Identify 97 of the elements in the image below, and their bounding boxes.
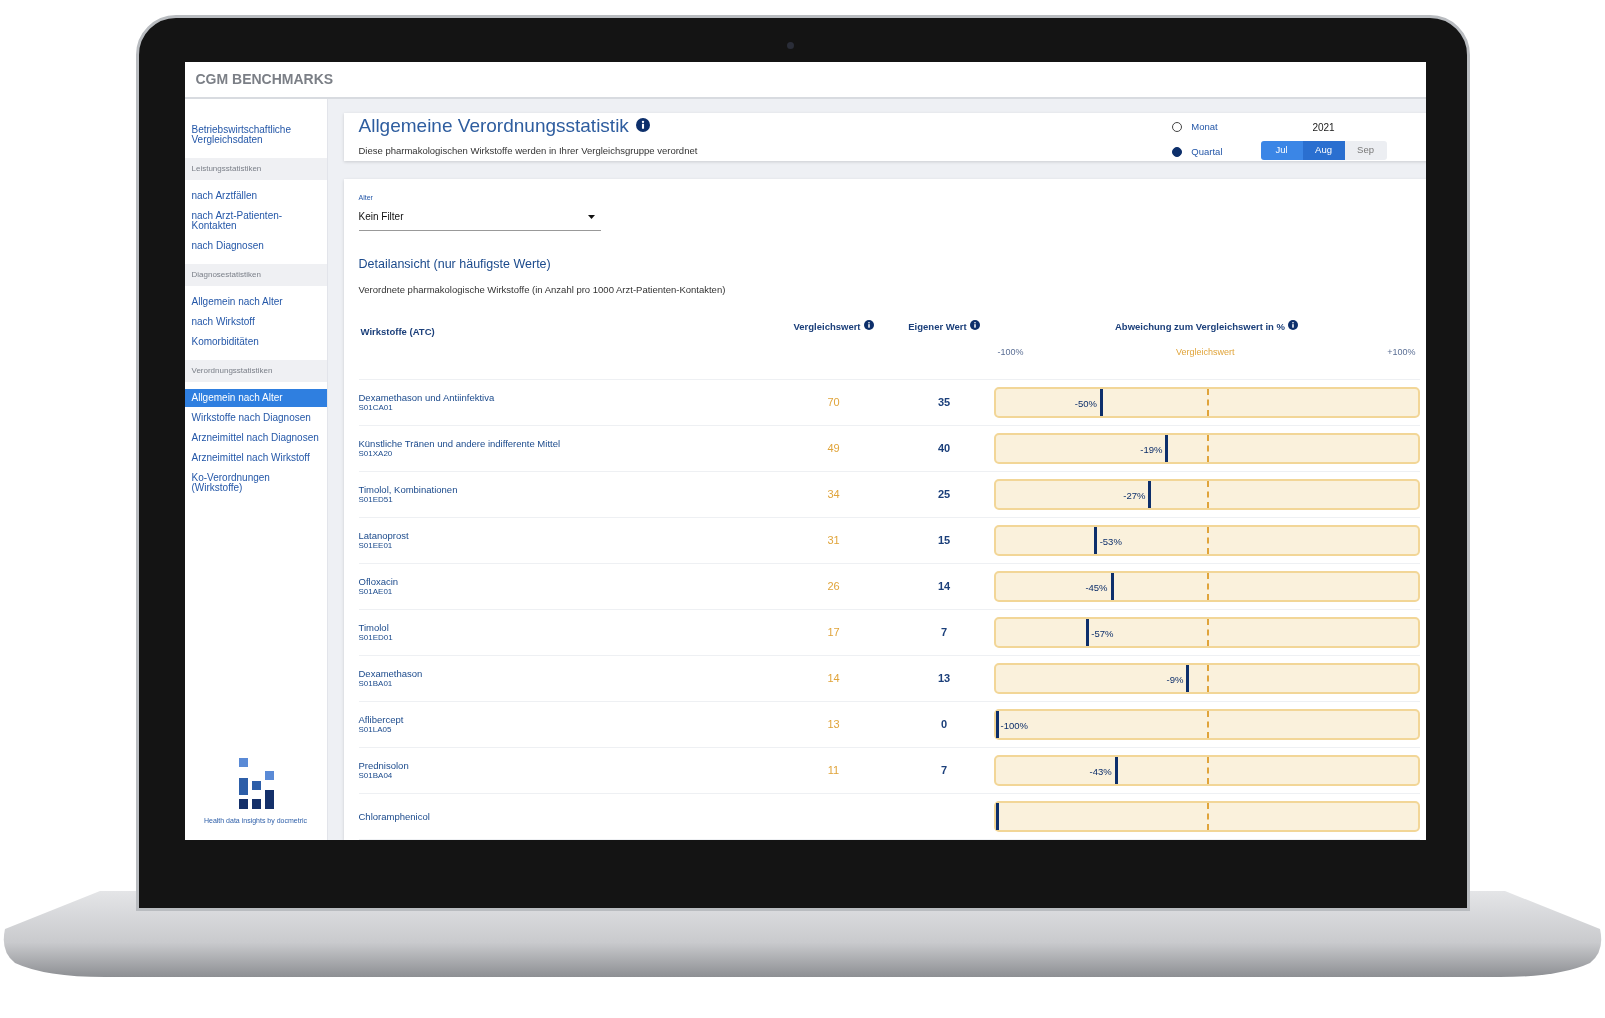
month-toggle[interactable]: Jul: [1260, 140, 1303, 160]
info-icon[interactable]: [635, 118, 650, 133]
period-radio[interactable]: Quartal: [1172, 145, 1223, 160]
camera-icon: [786, 42, 794, 49]
drug-name: Künstliche Tränen und andere indifferente Mittel: [358, 439, 562, 449]
own-value: 0: [940, 717, 948, 733]
deviation-value: -53%: [1099, 535, 1122, 549]
atc-code: S01XA20: [358, 449, 394, 458]
sidebar-item[interactable]: Betriebswirtschaftliche Vergleichsdaten: [184, 121, 327, 149]
page-subtitle: Diese pharmakologischen Wirkstoffe werden in Ihrer Vergleichsgruppe verordnet: [358, 143, 698, 158]
sidebar-section-header: Leistungsstatistiken: [184, 158, 327, 180]
reference-line: [1206, 803, 1209, 830]
section-title: Detailansicht (nur häufigste Werte): [358, 256, 552, 273]
reference-line: [1206, 573, 1209, 600]
drug-name: Dexamethason: [358, 669, 424, 679]
section-subtitle: Verordnete pharmakologische Wirkstoffe (in Anzahl pro 1000 Arzt-Patienten-Kontakten): [358, 282, 727, 297]
reference-line: [1206, 527, 1209, 554]
atc-code: S01LA05: [358, 725, 393, 734]
sidebar-section-header: Verordnungsstatistiken: [184, 360, 327, 382]
sidebar-item[interactable]: nach Diagnosen: [184, 237, 327, 255]
sidebar-item[interactable]: Ko-Verordnungen (Wirkstoffe): [184, 469, 327, 497]
own-value: 7: [940, 763, 948, 779]
deviation-value: -50%: [1074, 397, 1097, 411]
reference-value: 11: [827, 763, 840, 779]
drug-name: Latanoprost: [358, 531, 410, 541]
info-icon[interactable]: [969, 320, 980, 330]
reference-value: 49: [827, 441, 840, 457]
column-header: Abweichung zum Vergleichswert in %: [1115, 320, 1285, 334]
reference-value: 17: [827, 625, 840, 641]
atc-code: S01BA04: [358, 771, 394, 780]
page-title: Allgemeine Verordnungsstatistik: [358, 115, 629, 135]
dropdown-caret-icon: [587, 214, 595, 219]
age-select[interactable]: Kein Filter: [358, 203, 601, 231]
atc-code: S01BA01: [358, 679, 394, 688]
atc-code: S01ED51: [358, 495, 394, 504]
drug-name: Timolol, Kombinationen: [358, 485, 459, 495]
year-label: 2021: [1312, 120, 1335, 135]
sidebar-section-header: Diagnosestatistiken: [184, 264, 327, 286]
drug-name: Chloramphenicol: [358, 811, 431, 822]
reference-line: [1206, 757, 1209, 784]
deviation-value: -57%: [1091, 627, 1114, 641]
axis-label: -100%: [997, 346, 1024, 360]
drug-name: Ofloxacin: [358, 577, 400, 587]
sidebar-item[interactable]: Wirkstoffe nach Diagnosen: [184, 409, 327, 427]
reference-line: [1206, 711, 1209, 738]
sidebar-item[interactable]: Arzneimittel nach Wirkstoff: [184, 449, 327, 467]
own-value: 15: [937, 533, 951, 549]
info-icon[interactable]: [863, 320, 874, 330]
deviation-value: -43%: [1089, 765, 1112, 779]
month-toggle[interactable]: Aug: [1302, 140, 1345, 160]
period-radio[interactable]: Monat: [1172, 119, 1223, 134]
deviation-value: -27%: [1123, 489, 1146, 503]
reference-line: [1206, 389, 1209, 416]
reference-value: 26: [827, 579, 840, 595]
own-value: 14: [937, 579, 951, 595]
drug-name: Timolol: [358, 623, 390, 633]
column-header: Wirkstoffe (ATC): [360, 326, 435, 337]
sidebar-item[interactable]: Allgemein nach Alter: [184, 293, 327, 311]
deviation-value: -45%: [1085, 581, 1108, 595]
reference-line: [1206, 665, 1209, 692]
reference-value: 14: [827, 671, 840, 687]
column-header: Vergleichswert: [793, 320, 861, 334]
column-header: Eigener Wert: [908, 320, 967, 334]
app-title: CGM BENCHMARKS: [195, 70, 334, 89]
axis-label: Vergleichswert: [1176, 346, 1235, 360]
drug-name: Aflibercept: [358, 715, 405, 725]
logo-icon: [236, 757, 275, 810]
atc-code: S01AE01: [358, 587, 394, 596]
info-icon[interactable]: [1288, 320, 1298, 330]
own-value: 13: [937, 671, 951, 687]
reference-line: [1206, 619, 1209, 646]
drug-name: Prednisolon: [358, 761, 410, 771]
axis-label: +100%: [1387, 346, 1416, 360]
atc-code: S01CA01: [358, 403, 394, 412]
atc-code: S01EE01: [358, 541, 394, 550]
own-value: 7: [940, 625, 948, 641]
deviation-value: -100%: [1000, 719, 1028, 733]
own-value: 35: [937, 395, 951, 411]
atc-code: S01ED01: [358, 633, 394, 642]
reference-value: 13: [827, 717, 840, 733]
deviation-value: -9%: [1166, 673, 1184, 687]
sidebar-item[interactable]: nach Arzt-Patienten-Kontakten: [184, 207, 327, 235]
reference-value: 34: [827, 487, 840, 503]
own-value: 40: [937, 441, 951, 457]
reference-line: [1206, 481, 1209, 508]
sidebar-item[interactable]: nach Arztfällen: [184, 187, 327, 205]
sidebar-item[interactable]: Allgemein nach Alter: [184, 389, 327, 407]
month-toggle[interactable]: Sep: [1344, 140, 1387, 160]
deviation-value: -19%: [1140, 443, 1163, 457]
reference-value: 31: [827, 533, 840, 549]
own-value: 25: [937, 487, 951, 503]
drug-name: Dexamethason und Antiinfektiva: [358, 393, 496, 403]
sidebar-item[interactable]: Komorbiditäten: [184, 333, 327, 351]
sidebar-item[interactable]: Arzneimittel nach Diagnosen: [184, 429, 327, 447]
reference-value: 70: [827, 395, 840, 411]
reference-line: [1206, 435, 1209, 462]
sidebar-item[interactable]: nach Wirkstoff: [184, 313, 327, 331]
